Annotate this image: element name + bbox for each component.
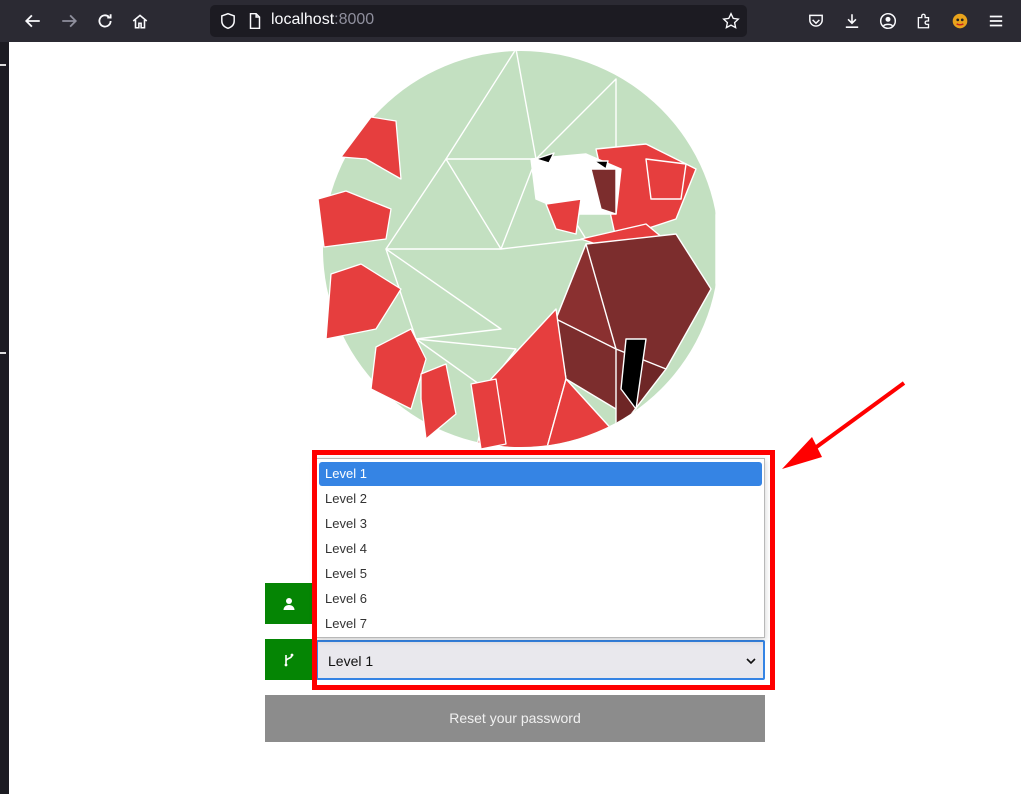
url-text[interactable]: localhost:8000 (271, 11, 374, 29)
user-addon (265, 583, 313, 624)
reset-password-button[interactable]: Reset your password (265, 695, 765, 742)
branch-icon (284, 653, 294, 666)
back-arrow-icon[interactable] (18, 6, 48, 36)
url-host: localhost (271, 11, 335, 28)
logo-illustration (317, 51, 716, 450)
hamburger-menu-icon[interactable] (981, 6, 1011, 36)
url-port: :8000 (334, 11, 375, 28)
download-icon[interactable] (837, 6, 867, 36)
browser-toolbar: localhost:8000 (0, 0, 1021, 42)
account-icon[interactable] (873, 6, 903, 36)
user-icon (283, 597, 295, 610)
edge-mark (0, 352, 6, 354)
reload-icon[interactable] (90, 6, 120, 36)
annotation-arrow-icon (782, 381, 906, 469)
sidebar-edge (0, 42, 9, 794)
extensions-icon[interactable] (909, 6, 939, 36)
branch-addon (265, 639, 313, 680)
page-icon (240, 6, 270, 36)
shield-icon[interactable] (213, 6, 243, 36)
forward-arrow-icon[interactable] (54, 6, 84, 36)
edge-mark (0, 64, 6, 66)
extension-fox-icon[interactable] (945, 6, 975, 36)
pocket-icon[interactable] (801, 6, 831, 36)
star-icon[interactable] (716, 6, 746, 36)
home-icon[interactable] (125, 6, 155, 36)
url-bar[interactable]: localhost:8000 (210, 5, 747, 37)
highlight-box (312, 450, 775, 690)
